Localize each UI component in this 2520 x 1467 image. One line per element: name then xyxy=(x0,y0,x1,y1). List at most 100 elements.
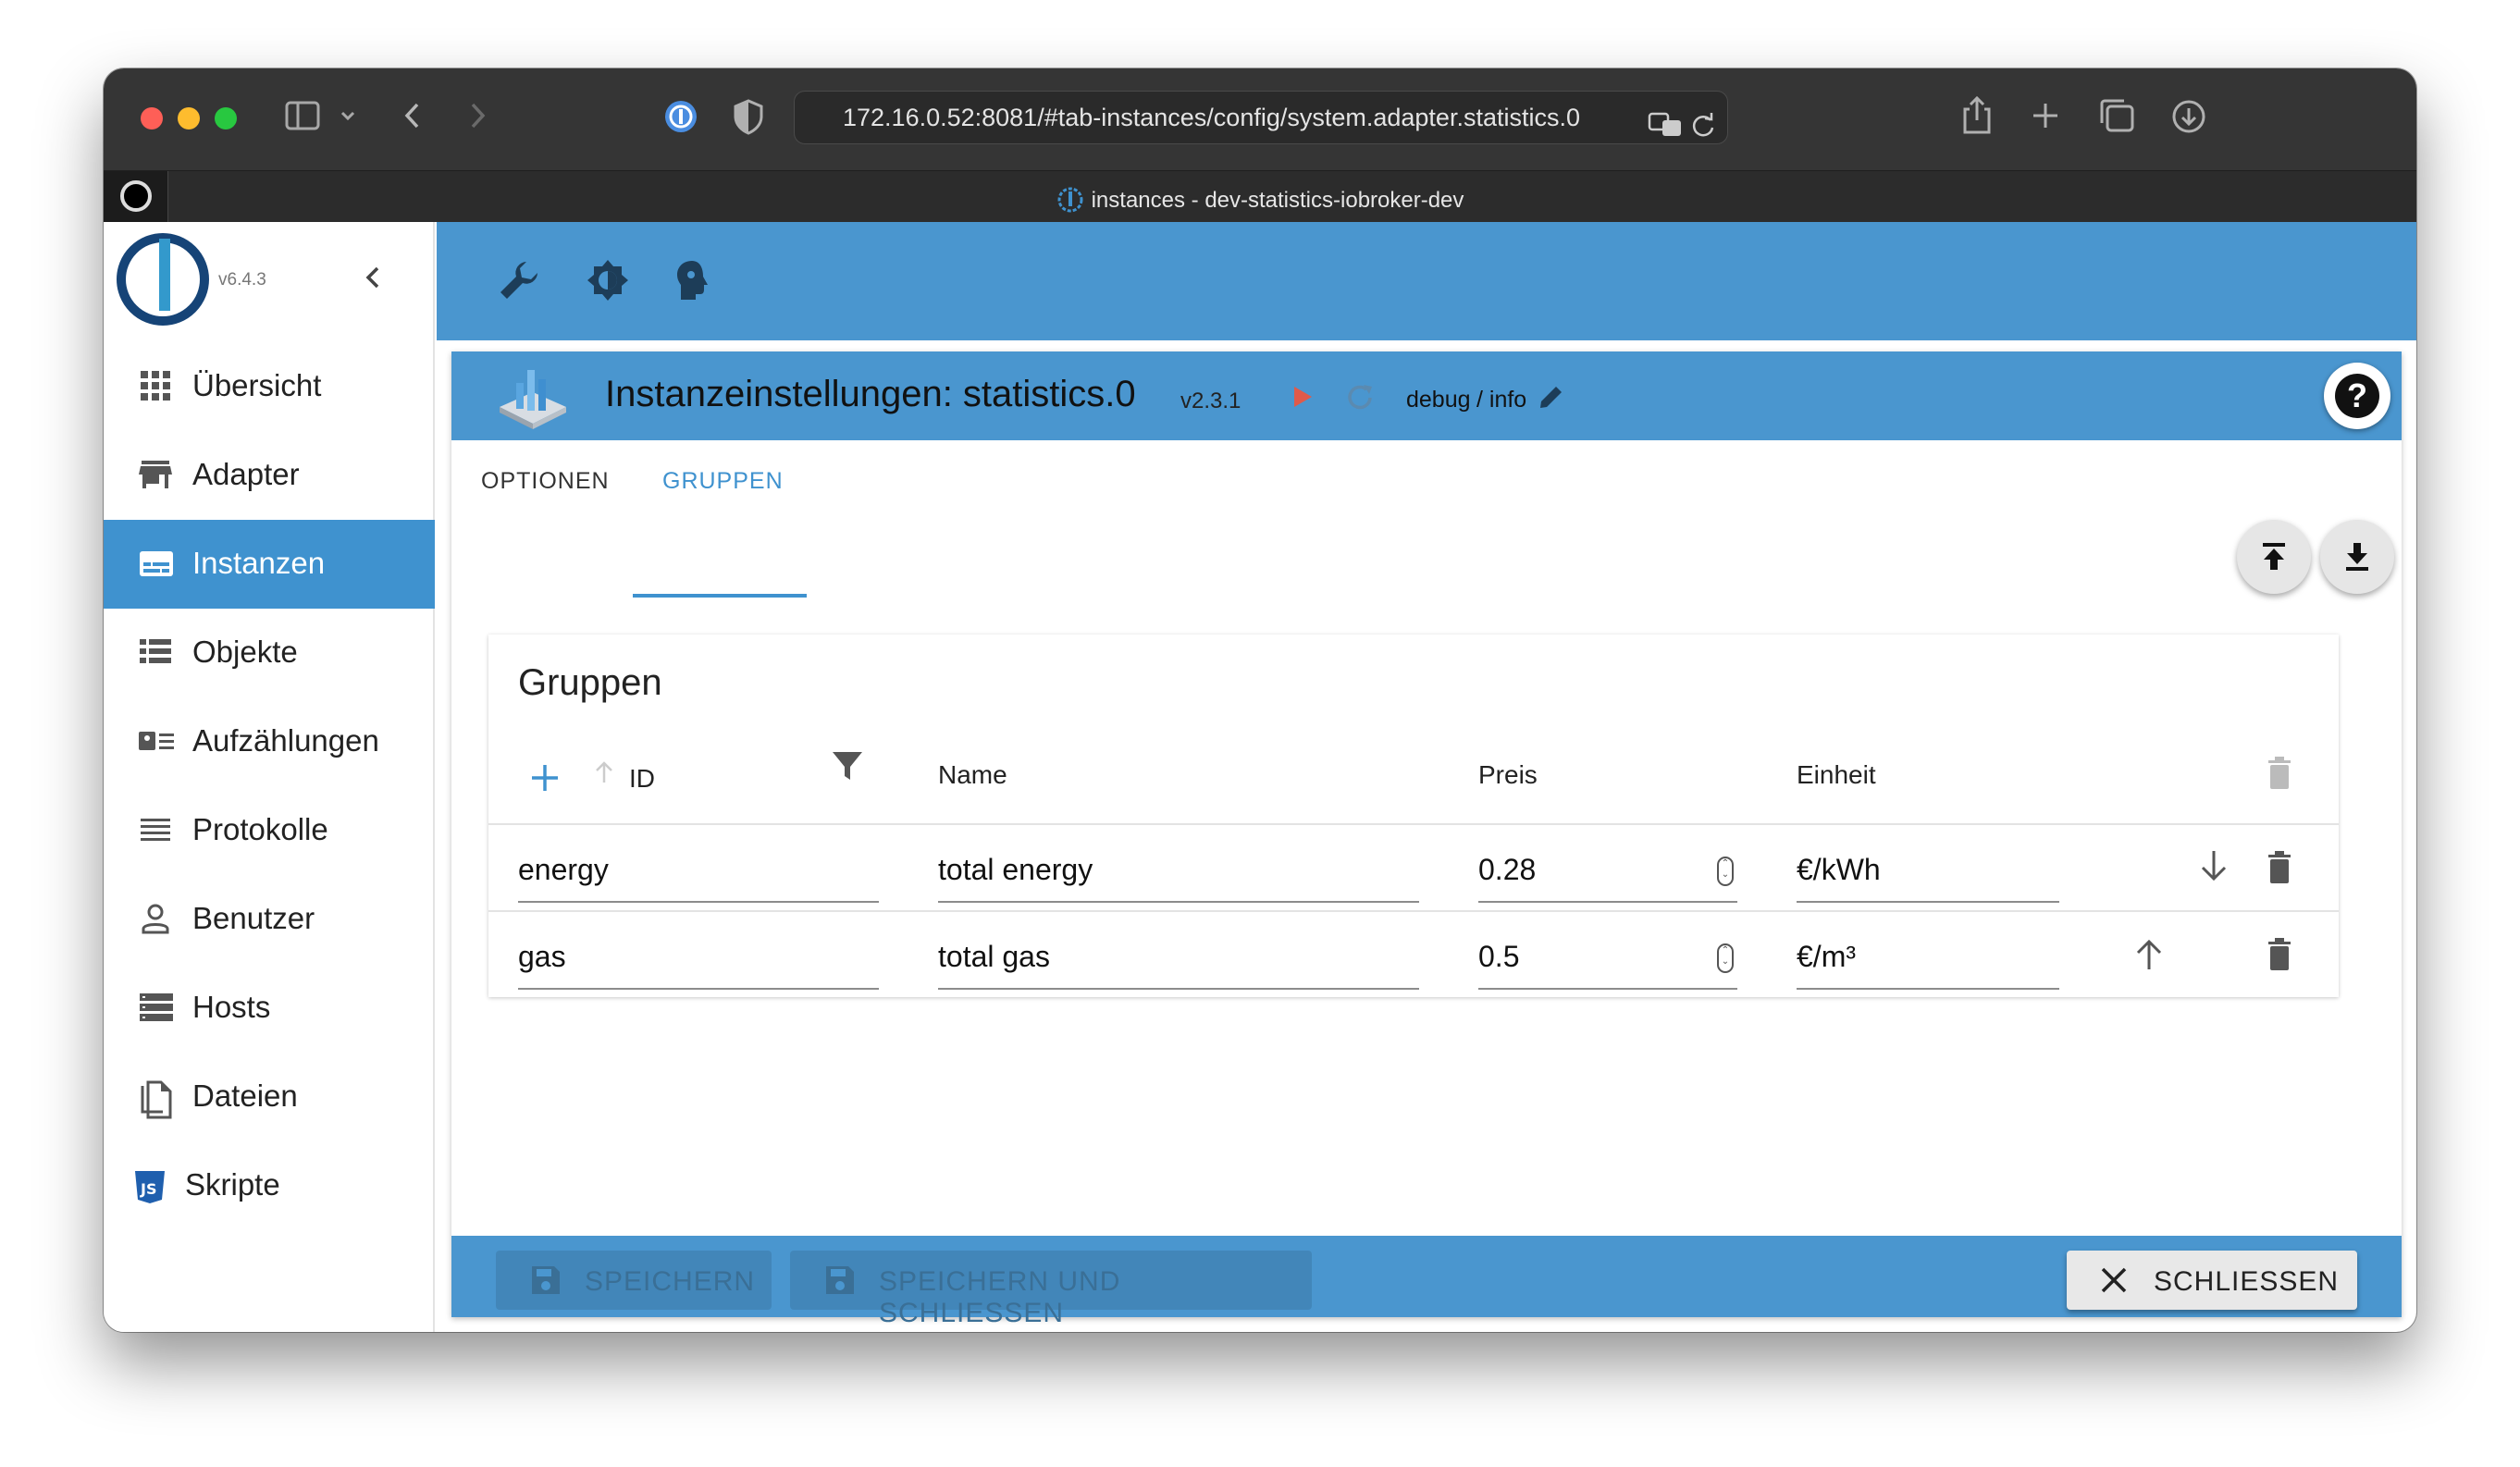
add-icon[interactable] xyxy=(529,762,561,798)
unit-value: €/m³ xyxy=(1797,940,1856,973)
row-divider xyxy=(488,910,2339,912)
close-window-button[interactable] xyxy=(141,107,163,129)
password-manager-icon[interactable] xyxy=(662,98,699,143)
tab-overview-icon[interactable] xyxy=(2098,98,2135,142)
reload-icon[interactable] xyxy=(1690,105,1716,156)
move-up-icon[interactable] xyxy=(2133,936,2165,978)
sidebar-toggle-icon[interactable] xyxy=(285,100,322,140)
unit-field[interactable]: €/m³ xyxy=(1797,916,2059,990)
save-icon xyxy=(532,1266,560,1294)
grid-icon xyxy=(139,370,172,401)
sidebar-item-label: Adapter xyxy=(192,457,300,491)
expert-mode-icon[interactable] xyxy=(670,257,716,303)
svg-text:JS: JS xyxy=(140,1180,156,1198)
sidebar-item-adapter[interactable]: Adapter xyxy=(104,431,435,520)
collapse-sidebar-button[interactable] xyxy=(359,259,387,305)
sidebar-item-aufzaehlungen[interactable]: Aufzählungen xyxy=(104,697,435,786)
instances-icon xyxy=(139,548,173,579)
sidebar-item-label: Benutzer xyxy=(192,901,315,935)
column-header-einheit: Einheit xyxy=(1797,760,1876,789)
column-header-name: Name xyxy=(938,760,1007,789)
iobroker-favicon-icon xyxy=(1057,187,1083,213)
delete-row-icon[interactable] xyxy=(2265,849,2294,891)
number-stepper-icon[interactable]: ⌃ ⌄ xyxy=(1717,857,1734,886)
back-icon[interactable] xyxy=(401,100,424,140)
chevron-down-icon[interactable] xyxy=(339,102,357,139)
forward-icon[interactable] xyxy=(466,100,488,140)
log-level[interactable]: debug xyxy=(1406,387,1471,413)
id-field[interactable]: energy xyxy=(518,829,879,903)
id-field[interactable]: gas xyxy=(518,916,879,990)
header-divider xyxy=(488,823,2339,825)
brightness-icon[interactable] xyxy=(585,257,631,303)
unit-value: €/kWh xyxy=(1797,853,1881,886)
log-level-info: / info xyxy=(1476,387,1527,413)
name-value: total energy xyxy=(938,853,1093,886)
close-icon xyxy=(2101,1267,2127,1293)
share-icon[interactable] xyxy=(1961,94,1993,143)
chevron-left-icon xyxy=(365,266,379,289)
new-tab-icon[interactable] xyxy=(2030,100,2061,140)
price-field[interactable]: 0.28 ⌃ ⌄ xyxy=(1478,829,1737,903)
save-button[interactable]: SPEICHERN xyxy=(496,1251,772,1310)
browser-tab-title[interactable]: instances - dev-statistics-iobroker-dev xyxy=(104,186,2416,214)
delete-row-icon[interactable] xyxy=(2265,936,2294,978)
download-icon[interactable] xyxy=(2170,98,2207,143)
translate-icon[interactable] xyxy=(1648,105,1683,156)
column-header-id[interactable]: ID xyxy=(629,764,655,794)
upload-button[interactable] xyxy=(2237,520,2311,594)
list-icon xyxy=(139,636,172,668)
edit-icon[interactable] xyxy=(1538,383,1565,415)
sidebar-item-instanzen[interactable]: Instanzen xyxy=(104,520,435,609)
zoom-window-button[interactable] xyxy=(215,107,237,129)
address-bar[interactable]: 172.16.0.52:8081/#tab-instances/config/s… xyxy=(794,91,1728,144)
sidebar-item-dateien[interactable]: Dateien xyxy=(104,1053,435,1141)
shield-icon[interactable] xyxy=(733,98,764,143)
sidebar-item-uebersicht[interactable]: Übersicht xyxy=(104,342,435,431)
close-label: SCHLIESSEN xyxy=(2154,1266,2340,1297)
play-icon[interactable] xyxy=(1291,385,1314,413)
sidebar-item-label: Aufzählungen xyxy=(192,723,379,758)
help-button[interactable]: ? xyxy=(2324,363,2390,429)
sidebar-item-protokolle[interactable]: Protokolle xyxy=(104,786,435,875)
upload-icon xyxy=(2263,543,2285,570)
sidebar-item-hosts[interactable]: Hosts xyxy=(104,964,435,1053)
restart-icon[interactable] xyxy=(1343,381,1377,419)
number-stepper-icon[interactable]: ⌃ ⌄ xyxy=(1717,943,1734,973)
tab-gruppen[interactable]: GRUPPEN xyxy=(662,468,784,495)
download-config-button[interactable] xyxy=(2320,520,2394,594)
wrench-icon[interactable] xyxy=(496,257,542,303)
delete-all-icon[interactable] xyxy=(2265,755,2294,796)
filter-icon[interactable] xyxy=(831,749,864,787)
sidebar-item-label: Hosts xyxy=(192,990,271,1024)
price-field[interactable]: 0.5 ⌃ ⌄ xyxy=(1478,916,1737,990)
app-version: v6.4.3 xyxy=(218,270,266,290)
iobroker-logo[interactable] xyxy=(117,233,209,326)
sidebar-item-objekte[interactable]: Objekte xyxy=(104,609,435,697)
panel-header: Instanzeinstellungen: statistics.0 v2.3.… xyxy=(451,351,2402,440)
price-value: 0.28 xyxy=(1478,853,1537,886)
sidebar-item-skripte[interactable]: JS Skripte xyxy=(104,1141,435,1230)
minimize-window-button[interactable] xyxy=(178,107,200,129)
help-icon: ? xyxy=(2335,374,2379,418)
sidebar-item-label: Skripte xyxy=(185,1167,280,1202)
sidebar-item-label: Dateien xyxy=(192,1079,298,1113)
panel-footer: SPEICHERN SPEICHERN UND SCHLIESSEN SCHLI… xyxy=(451,1236,2402,1328)
files-icon xyxy=(139,1080,172,1119)
name-value: total gas xyxy=(938,940,1050,973)
download-icon xyxy=(2346,543,2368,571)
save-and-close-button[interactable]: SPEICHERN UND SCHLIESSEN xyxy=(790,1251,1312,1328)
tab-optionen[interactable]: OPTIONEN xyxy=(481,468,610,495)
sort-arrow-icon[interactable] xyxy=(592,758,616,791)
statistics-adapter-icon xyxy=(494,361,572,436)
move-down-icon[interactable] xyxy=(2198,847,2230,889)
browser-tab-bar: instances - dev-statistics-iobroker-dev xyxy=(104,170,2416,223)
unit-field[interactable]: €/kWh xyxy=(1797,829,2059,903)
name-field[interactable]: total gas xyxy=(938,916,1419,990)
close-button[interactable]: SCHLIESSEN xyxy=(2067,1251,2357,1310)
url-text: 172.16.0.52:8081/#tab-instances/config/s… xyxy=(843,104,1580,131)
sidebar-item-benutzer[interactable]: Benutzer xyxy=(104,875,435,964)
hosts-icon xyxy=(139,992,173,1023)
name-field[interactable]: total energy xyxy=(938,829,1419,903)
browser-tab-label: instances - dev-statistics-iobroker-dev xyxy=(1091,188,1464,213)
